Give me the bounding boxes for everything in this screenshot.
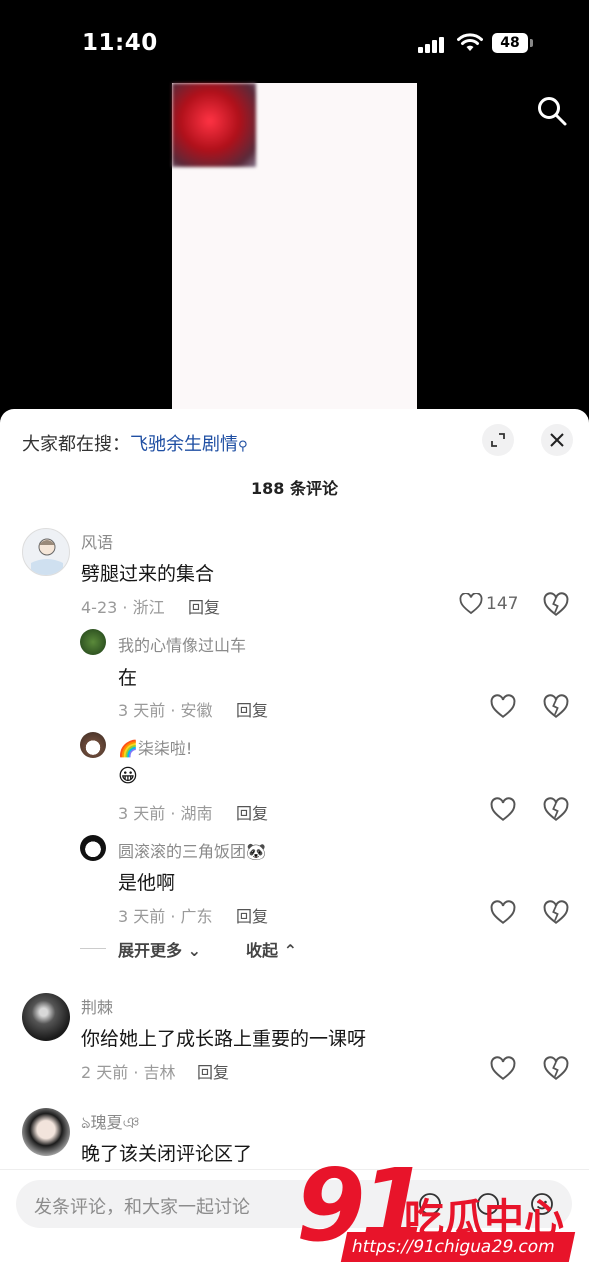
battery-icon: 48 [492,33,528,53]
avatar[interactable] [80,732,106,758]
divider [80,948,106,949]
broken-heart-icon[interactable] [543,1056,569,1082]
expand-sheet-button[interactable] [482,424,514,456]
search-suggestion[interactable]: 大家都在搜：飞驰余生剧情⚲ [22,430,248,456]
watermark-url: https://91chigua29.com [340,1232,576,1262]
chevron-up-icon: ⌃ [278,941,297,960]
avatar[interactable] [80,835,106,861]
search-suggestion-keyword[interactable]: 飞驰余生剧情 [130,434,238,455]
expand-icon [491,433,505,447]
battery-tip [530,39,533,47]
status-time: 11:40 [82,30,158,56]
broken-heart-icon[interactable] [543,900,569,926]
reply-button[interactable]: 回复 [188,594,220,618]
comment-input-placeholder: 发条评论，和大家一起讨论 [34,1197,250,1218]
avatar[interactable] [80,629,106,655]
broken-heart-icon[interactable] [543,592,569,618]
reply-meta: 3 天前 · 安徽 [118,701,213,720]
comment-text: 劈腿过来的集合 [81,563,215,585]
avatar-illustration [31,538,63,575]
status-bar: 11:40 48 [0,0,589,84]
heart-icon[interactable] [490,1056,516,1082]
small-search-icon: ⚲ [238,439,248,454]
wifi-icon [457,33,483,51]
collapse-label: 收起 [246,941,279,960]
comment-meta: 4-23 · 浙江 [81,598,165,617]
reply-meta: 3 天前 · 广东 [118,907,213,926]
video-thumbnail [172,83,256,167]
avatar[interactable] [22,1108,70,1156]
like-count: 147 [486,594,519,614]
expand-more-label: 展开更多 [118,941,183,960]
reply-username[interactable]: 圆滚滚的三角饭团🐼 [118,838,266,862]
comment-text: 晚了该关闭评论区了 [81,1143,253,1165]
search-icon[interactable] [536,95,568,127]
video-frame[interactable] [172,83,417,413]
comment-username[interactable]: 风语 [81,529,113,553]
collapse-button[interactable]: 收起 ⌃ [246,937,297,961]
heart-icon[interactable] [490,900,516,926]
comment-meta: 2 天前 · 吉林 [81,1063,176,1082]
broken-heart-icon[interactable] [543,694,569,720]
chevron-down-icon: ⌄ [182,941,201,960]
reply-button[interactable]: 回复 [197,1059,229,1083]
heart-icon[interactable] [490,694,516,720]
comment-username[interactable]: ঌ瑰夏ঞ [81,1109,140,1137]
reply-button[interactable]: 回复 [236,903,268,927]
reply-text: 在 [118,667,138,689]
broken-heart-icon[interactable] [543,797,569,823]
avatar[interactable] [22,993,70,1041]
reply-text: 是他啊 [118,872,176,894]
search-suggestion-prefix: 大家都在搜： [22,434,130,455]
comment-count: 188 条评论 [251,479,338,498]
watermark-logo: 91 吃瓜中心 https://91chigua29.com [296,1156,578,1268]
sheet-header: 大家都在搜：飞驰余生剧情⚲ [0,409,589,469]
comment-sheet: 大家都在搜：飞驰余生剧情⚲ 188 条评论 风语 劈腿过来的集合 4-23 · … [0,409,589,1280]
comment-text: 你给她上了成长路上重要的一课呀 [81,1028,367,1050]
close-sheet-button[interactable] [541,424,573,456]
avatar[interactable] [22,528,70,576]
reply-meta: 3 天前 · 湖南 [118,804,213,823]
like-button[interactable]: 147 [459,591,518,617]
reply-button[interactable]: 回复 [236,697,268,721]
heart-icon [459,593,483,615]
close-icon [550,433,564,447]
heart-icon[interactable] [490,797,516,823]
cellular-signal-icon [418,37,446,53]
reply-button[interactable]: 回复 [236,800,268,824]
reply-username[interactable]: 我的心情像过山车 [118,632,246,656]
reply-text: 😀 [118,765,138,787]
expand-more-button[interactable]: 展开更多 ⌄ [118,937,201,961]
reply-username[interactable]: 🌈柒柒啦! [118,735,192,759]
comment-username[interactable]: 荆棘 [81,994,113,1018]
